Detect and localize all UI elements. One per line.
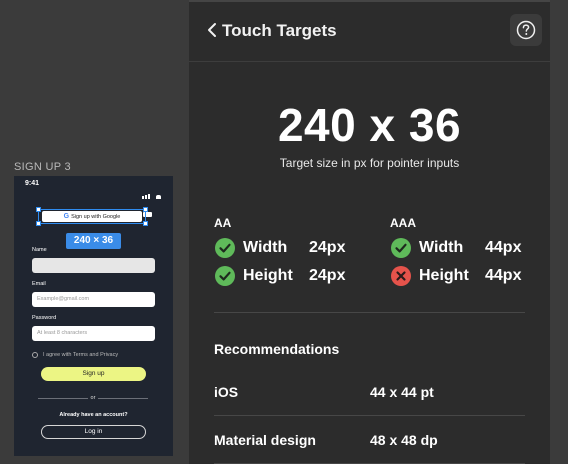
aaa-height-label: Height xyxy=(419,267,469,284)
resize-handle-top-left[interactable] xyxy=(36,207,41,212)
recommendation-value: 44 x 44 pt xyxy=(370,384,434,400)
level-aa-label: AA xyxy=(214,216,232,230)
already-account-text: Already have an account? xyxy=(59,412,128,418)
touch-targets-panel: Touch Targets 240 x 36 Target size in px… xyxy=(189,0,550,464)
aa-width-label: Width xyxy=(243,239,288,256)
selection-box[interactable] xyxy=(38,209,146,224)
status-icons xyxy=(141,181,165,217)
target-size-caption: Target size in px for pointer inputs xyxy=(279,156,460,170)
level-aaa-label: AAA xyxy=(390,216,416,230)
aaa-width-label: Width xyxy=(419,239,464,256)
recommendation-name: iOS xyxy=(214,384,239,400)
section-divider xyxy=(214,312,525,313)
recommendations-title: Recommendations xyxy=(214,341,340,357)
agree-radio-icon xyxy=(32,352,38,358)
recommendation-name: Material design xyxy=(214,432,316,448)
aaa-width-value: 44px xyxy=(485,239,522,256)
name-field[interactable] xyxy=(32,258,155,273)
aa-width-row: Width 24px xyxy=(215,238,345,258)
recommendation-divider xyxy=(214,415,525,416)
aa-width-value: 24px xyxy=(309,239,346,256)
x-circle-icon xyxy=(391,266,411,286)
resize-handle-bottom-right[interactable] xyxy=(143,221,148,226)
password-label: Password xyxy=(32,315,57,321)
agree-checkbox[interactable]: I agree with Terms and Privacy xyxy=(32,352,118,358)
resize-handle-bottom-left[interactable] xyxy=(36,221,41,226)
check-circle-icon xyxy=(215,266,235,286)
dimension-badge: 240 × 36 xyxy=(66,233,121,249)
check-circle-icon xyxy=(215,238,235,258)
target-size-value: 240 x 36 xyxy=(277,99,462,151)
aaa-width-row: Width 44px xyxy=(391,238,521,258)
phone-frame[interactable]: 9:41 G Sign up with Google 240 × 36 Name… xyxy=(14,176,173,456)
password-field[interactable]: At least 8 characters xyxy=(32,326,155,341)
frame-label[interactable]: SIGN UP 3 xyxy=(14,161,71,173)
panel-header: Touch Targets xyxy=(189,0,550,62)
aa-height-label: Height xyxy=(243,267,293,284)
aa-height-row: Height 24px xyxy=(215,266,345,286)
signup-button[interactable]: Sign up xyxy=(41,367,146,381)
email-label: Email xyxy=(32,281,46,287)
email-field[interactable]: Example@gmail.com xyxy=(32,292,155,307)
canvas-background-right xyxy=(550,0,568,464)
help-button[interactable] xyxy=(510,14,542,46)
chevron-left-icon[interactable] xyxy=(205,22,221,38)
login-button[interactable]: Log in xyxy=(41,425,146,439)
agree-label: I agree with Terms and Privacy xyxy=(43,352,119,358)
name-label: Name xyxy=(32,247,47,253)
aaa-height-row: Height 44px xyxy=(391,266,521,286)
check-circle-icon xyxy=(391,238,411,258)
recommendation-value: 48 x 48 dp xyxy=(370,432,438,448)
resize-handle-top-right[interactable] xyxy=(143,207,148,212)
question-circle-icon xyxy=(516,20,536,40)
panel-title: Touch Targets xyxy=(222,21,337,40)
or-label: or xyxy=(88,395,98,401)
aaa-height-value: 44px xyxy=(485,267,522,284)
status-time: 9:41 xyxy=(25,180,40,187)
aa-height-value: 24px xyxy=(309,267,346,284)
